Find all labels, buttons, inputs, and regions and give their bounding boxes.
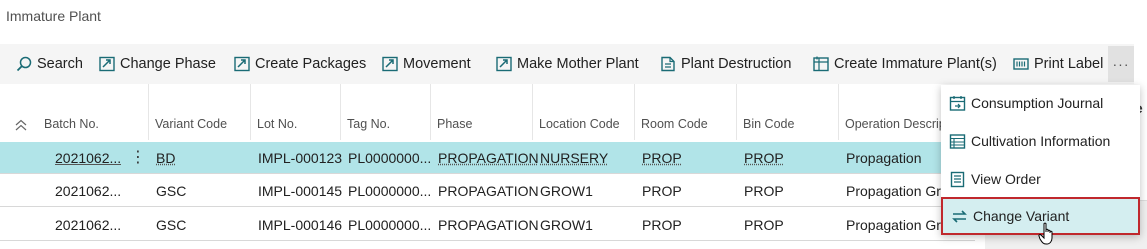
cell-bin-code[interactable]: PROP xyxy=(744,142,784,174)
cell-batch-no[interactable]: 2021062... xyxy=(55,209,121,241)
column-divider xyxy=(340,84,341,140)
plant-destruction-label: Plant Destruction xyxy=(681,56,792,72)
cell-room-code: PROP xyxy=(642,217,682,233)
table-row[interactable]: 2021062... GSC IMPL-000146 PL0000000... … xyxy=(0,209,975,241)
cell-tag-no: PL0000000... xyxy=(348,150,430,166)
cell-phase: PROPAGATION xyxy=(438,217,539,233)
cell-bin-code: PROP xyxy=(744,217,784,233)
column-header-operation-description[interactable]: Operation Descript xyxy=(845,110,945,138)
menu-item-label: Consumption Journal xyxy=(971,95,1104,111)
column-divider xyxy=(250,84,251,140)
cell-location-code: GROW1 xyxy=(540,183,593,199)
cultivation-information-icon xyxy=(949,133,966,150)
cell-operation-description: Propagation Gro xyxy=(846,183,946,199)
cell-lot-no: IMPL-000146 xyxy=(258,217,343,233)
menu-item-view-order[interactable]: View Order xyxy=(941,161,1140,197)
cell-location-code[interactable]: NURSERY xyxy=(540,142,608,174)
column-header-phase[interactable]: Phase xyxy=(437,110,472,138)
change-variant-icon xyxy=(951,208,968,225)
column-divider xyxy=(532,84,533,140)
movement-button[interactable]: Movement xyxy=(382,44,471,84)
menu-item-consumption-journal[interactable]: Consumption Journal xyxy=(941,85,1140,121)
plant-destruction-icon xyxy=(660,56,676,72)
column-divider xyxy=(838,84,839,140)
grid-header: Batch No. Variant Code Lot No. Tag No. P… xyxy=(0,110,960,138)
cell-phase[interactable]: PROPAGATION xyxy=(438,142,539,174)
print-label-label: Print Label xyxy=(1034,56,1104,72)
consumption-journal-icon xyxy=(949,95,966,112)
create-immature-plant-icon xyxy=(813,56,829,72)
hand-cursor-icon xyxy=(1038,222,1058,246)
cell-variant-code: GSC xyxy=(156,183,187,199)
menu-item-cultivation-information[interactable]: Cultivation Information xyxy=(941,123,1140,159)
cell-batch-no[interactable]: 2021062... xyxy=(55,175,121,207)
collapse-icon[interactable] xyxy=(14,110,28,138)
make-mother-plant-label: Make Mother Plant xyxy=(517,56,639,72)
column-header-batch-no[interactable]: Batch No. xyxy=(44,110,99,138)
movement-icon xyxy=(382,56,398,72)
more-actions-menu: Consumption Journal Cultivation Informat… xyxy=(941,85,1140,235)
create-packages-icon xyxy=(234,56,250,72)
movement-label: Movement xyxy=(403,56,471,72)
table-row[interactable]: 2021062... GSC IMPL-000145 PL0000000... … xyxy=(0,175,975,207)
column-divider xyxy=(736,84,737,140)
cell-batch-no[interactable]: 2021062... xyxy=(55,142,121,174)
create-immature-plants-label: Create Immature Plant(s) xyxy=(834,56,997,72)
cell-room-code: PROP xyxy=(642,183,682,199)
cell-bin-code: PROP xyxy=(744,183,784,199)
cell-location-code: GROW1 xyxy=(540,217,593,233)
cell-phase: PROPAGATION xyxy=(438,183,539,199)
column-header-tag-no[interactable]: Tag No. xyxy=(347,110,390,138)
cell-room-code[interactable]: PROP xyxy=(642,142,682,174)
column-header-lot-no[interactable]: Lot No. xyxy=(257,110,297,138)
cell-variant-code[interactable]: BD xyxy=(156,142,175,174)
menu-item-label: View Order xyxy=(971,171,1041,187)
search-label: Search xyxy=(37,56,83,72)
print-label-button[interactable]: Print Label xyxy=(1013,44,1103,84)
column-divider xyxy=(634,84,635,140)
column-header-bin-code[interactable]: Bin Code xyxy=(743,110,794,138)
create-immature-plants-button[interactable]: Create Immature Plant(s) xyxy=(813,44,997,84)
column-divider xyxy=(148,84,149,140)
create-packages-button[interactable]: Create Packages xyxy=(234,44,366,84)
change-phase-button[interactable]: Change Phase xyxy=(99,44,216,84)
menu-item-label: Cultivation Information xyxy=(971,133,1111,149)
row-actions-icon[interactable]: ⋮ xyxy=(130,142,146,174)
cell-tag-no: PL0000000... xyxy=(348,217,430,233)
search-button[interactable]: Search xyxy=(16,44,83,84)
change-phase-icon xyxy=(99,56,115,72)
column-header-variant-code[interactable]: Variant Code xyxy=(155,110,227,138)
more-actions-button[interactable]: ··· xyxy=(1108,46,1134,82)
print-label-icon xyxy=(1013,56,1029,72)
cell-lot-no: IMPL-000145 xyxy=(258,183,343,199)
view-order-icon xyxy=(949,171,966,188)
cell-tag-no: PL0000000... xyxy=(348,183,430,199)
cell-operation-description: Propagation xyxy=(846,150,922,166)
search-icon xyxy=(16,56,32,72)
change-phase-label: Change Phase xyxy=(120,56,216,72)
cell-variant-code: GSC xyxy=(156,217,187,233)
column-header-room-code[interactable]: Room Code xyxy=(641,110,708,138)
make-mother-plant-button[interactable]: Make Mother Plant xyxy=(496,44,639,84)
mother-plant-icon xyxy=(496,56,512,72)
page-title: Immature Plant xyxy=(6,8,101,24)
column-header-location-code[interactable]: Location Code xyxy=(539,110,620,138)
table-row[interactable]: 2021062... ⋮ BD IMPL-000123 PL0000000...… xyxy=(0,142,975,174)
plant-destruction-button[interactable]: Plant Destruction xyxy=(660,44,791,84)
create-packages-label: Create Packages xyxy=(255,56,367,72)
action-bar: Search Change Phase Create Packages Move… xyxy=(0,44,1134,84)
cell-lot-no: IMPL-000123 xyxy=(258,150,343,166)
cell-operation-description: Propagation Gro xyxy=(846,217,946,233)
column-divider xyxy=(430,84,431,140)
